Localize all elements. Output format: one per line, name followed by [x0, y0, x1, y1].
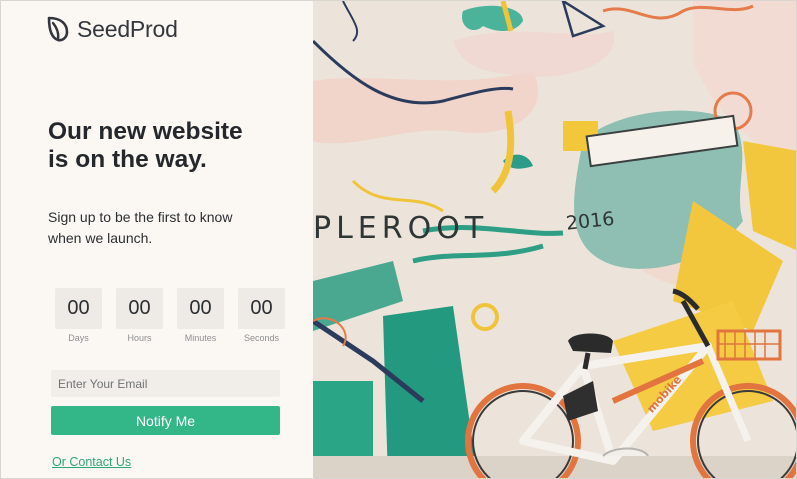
- seedprod-leaf-icon: [47, 16, 69, 42]
- wall-lettering: PLEROOT: [313, 211, 488, 246]
- headline-line-2: is on the way.: [48, 146, 207, 173]
- page-subtext: Sign up to be the first to know when we …: [48, 207, 278, 249]
- contact-us-link[interactable]: Or Contact Us: [52, 455, 131, 469]
- countdown-seconds-value: 00: [238, 288, 285, 329]
- mural-bike-photo: PLEROOT 2016 mobike: [313, 1, 796, 478]
- countdown-hours-label: Hours: [127, 333, 152, 343]
- countdown-minutes: 00 Minutes: [177, 288, 224, 343]
- countdown-timer: 00 Days 00 Hours 00 Minutes 00 Seconds: [55, 288, 285, 343]
- countdown-hours-value: 00: [116, 288, 163, 329]
- subtext-line-1: Sign up to be the first to know: [48, 209, 233, 225]
- signup-panel: SeedProd Our new website is on the way. …: [1, 1, 313, 478]
- page-headline: Our new website is on the way.: [48, 118, 298, 174]
- coming-soon-page: SeedProd Our new website is on the way. …: [0, 0, 797, 479]
- hero-photo: PLEROOT 2016 mobike: [313, 1, 796, 478]
- email-input[interactable]: [51, 370, 280, 397]
- brand-name: SeedProd: [77, 15, 178, 42]
- countdown-days-label: Days: [68, 333, 89, 343]
- countdown-days: 00 Days: [55, 288, 102, 343]
- notify-me-button[interactable]: Notify Me: [51, 406, 280, 435]
- countdown-days-value: 00: [55, 288, 102, 329]
- subtext-line-2: when we launch.: [48, 230, 153, 246]
- countdown-hours: 00 Hours: [116, 288, 163, 343]
- brand-logo: SeedProd: [47, 14, 178, 44]
- countdown-minutes-value: 00: [177, 288, 224, 329]
- headline-line-1: Our new website: [48, 118, 243, 145]
- countdown-seconds: 00 Seconds: [238, 288, 285, 343]
- countdown-minutes-label: Minutes: [184, 333, 217, 343]
- countdown-seconds-label: Seconds: [243, 333, 280, 343]
